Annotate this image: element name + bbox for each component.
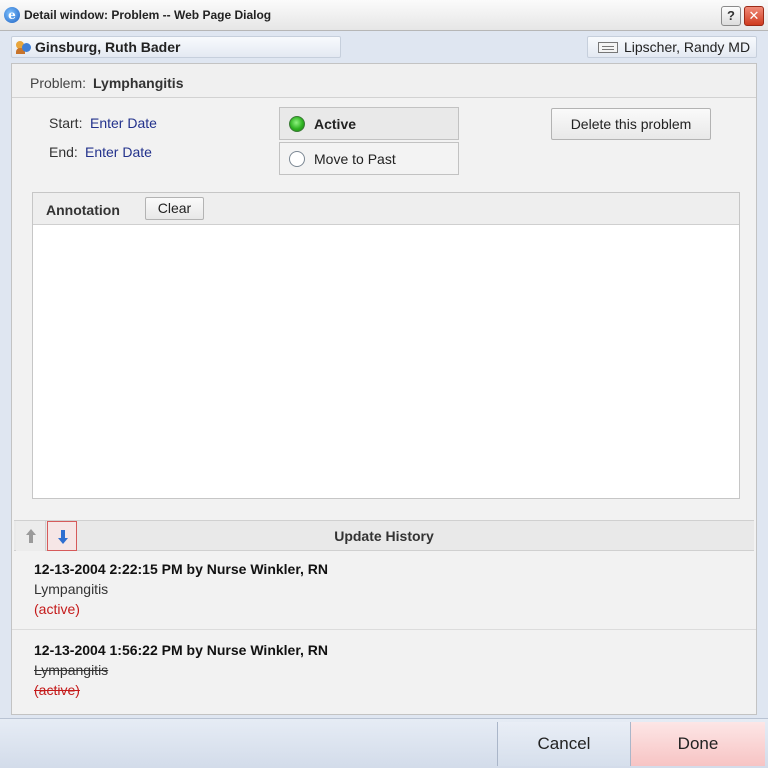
status-past-option[interactable]: Move to Past [279, 142, 459, 175]
end-date-link[interactable]: Enter Date [85, 144, 152, 160]
id-card-icon [598, 42, 618, 53]
internet-explorer-icon: e [4, 7, 20, 23]
history-entry-status: (active) [34, 601, 80, 617]
annotation-header: Annotation Clear [33, 193, 739, 225]
status-past-label: Move to Past [314, 151, 396, 167]
patient-name-box: Ginsburg, Ruth Bader [11, 36, 341, 58]
start-date-link[interactable]: Enter Date [90, 115, 157, 131]
provider-name: Lipscher, Randy MD [624, 39, 751, 55]
history-entry: 12-13-2004 2:22:15 PM by Nurse Winkler, … [12, 559, 756, 629]
annotation-panel: Annotation Clear [32, 192, 740, 499]
window-title: Detail window: Problem -- Web Page Dialo… [24, 8, 272, 22]
history-entry-problem: Lympangitis [34, 662, 109, 678]
radio-selected-icon [289, 116, 305, 132]
end-date-label: End: [49, 144, 78, 160]
history-entry-meta: 12-13-2004 1:56:22 PM by Nurse Winkler, … [34, 642, 329, 658]
update-history-header: Update History [14, 520, 754, 551]
problem-header: Problem: Lymphangitis [12, 64, 756, 98]
problem-label: Problem: [30, 75, 87, 91]
close-window-button[interactable]: ✕ [744, 6, 764, 26]
annotation-textarea[interactable] [33, 226, 739, 498]
annotation-title: Annotation [46, 202, 120, 218]
update-history-title: Update History [334, 528, 434, 544]
history-entry: 12-13-2004 1:56:22 PM by Nurse Winkler, … [12, 629, 756, 709]
start-date-label: Start: [49, 115, 83, 131]
history-entry-problem: Lympangitis [34, 581, 109, 597]
status-active-option[interactable]: Active [279, 107, 459, 140]
radio-unselected-icon [289, 151, 305, 167]
status-active-label: Active [314, 116, 357, 132]
cancel-button[interactable]: Cancel [497, 722, 631, 766]
problem-name: Lymphangitis [93, 75, 184, 91]
provider-box[interactable]: Lipscher, Randy MD [587, 36, 757, 58]
clear-annotation-button[interactable]: Clear [145, 197, 204, 220]
dialog-footer: Cancel Done [0, 718, 768, 768]
patient-icon [16, 40, 32, 54]
history-entry-meta: 12-13-2004 2:22:15 PM by Nurse Winkler, … [34, 561, 329, 577]
window-title-bar: e Detail window: Problem -- Web Page Dia… [0, 0, 768, 31]
history-entry-status: (active) [34, 682, 80, 698]
done-button[interactable]: Done [631, 722, 765, 766]
delete-problem-button[interactable]: Delete this problem [551, 108, 711, 140]
problem-detail-panel: Problem: Lymphangitis Start: Enter Date … [11, 63, 757, 715]
help-button[interactable]: ? [721, 6, 741, 26]
patient-name: Ginsburg, Ruth Bader [35, 39, 181, 55]
patient-header: Ginsburg, Ruth Bader Lipscher, Randy MD [0, 31, 768, 63]
